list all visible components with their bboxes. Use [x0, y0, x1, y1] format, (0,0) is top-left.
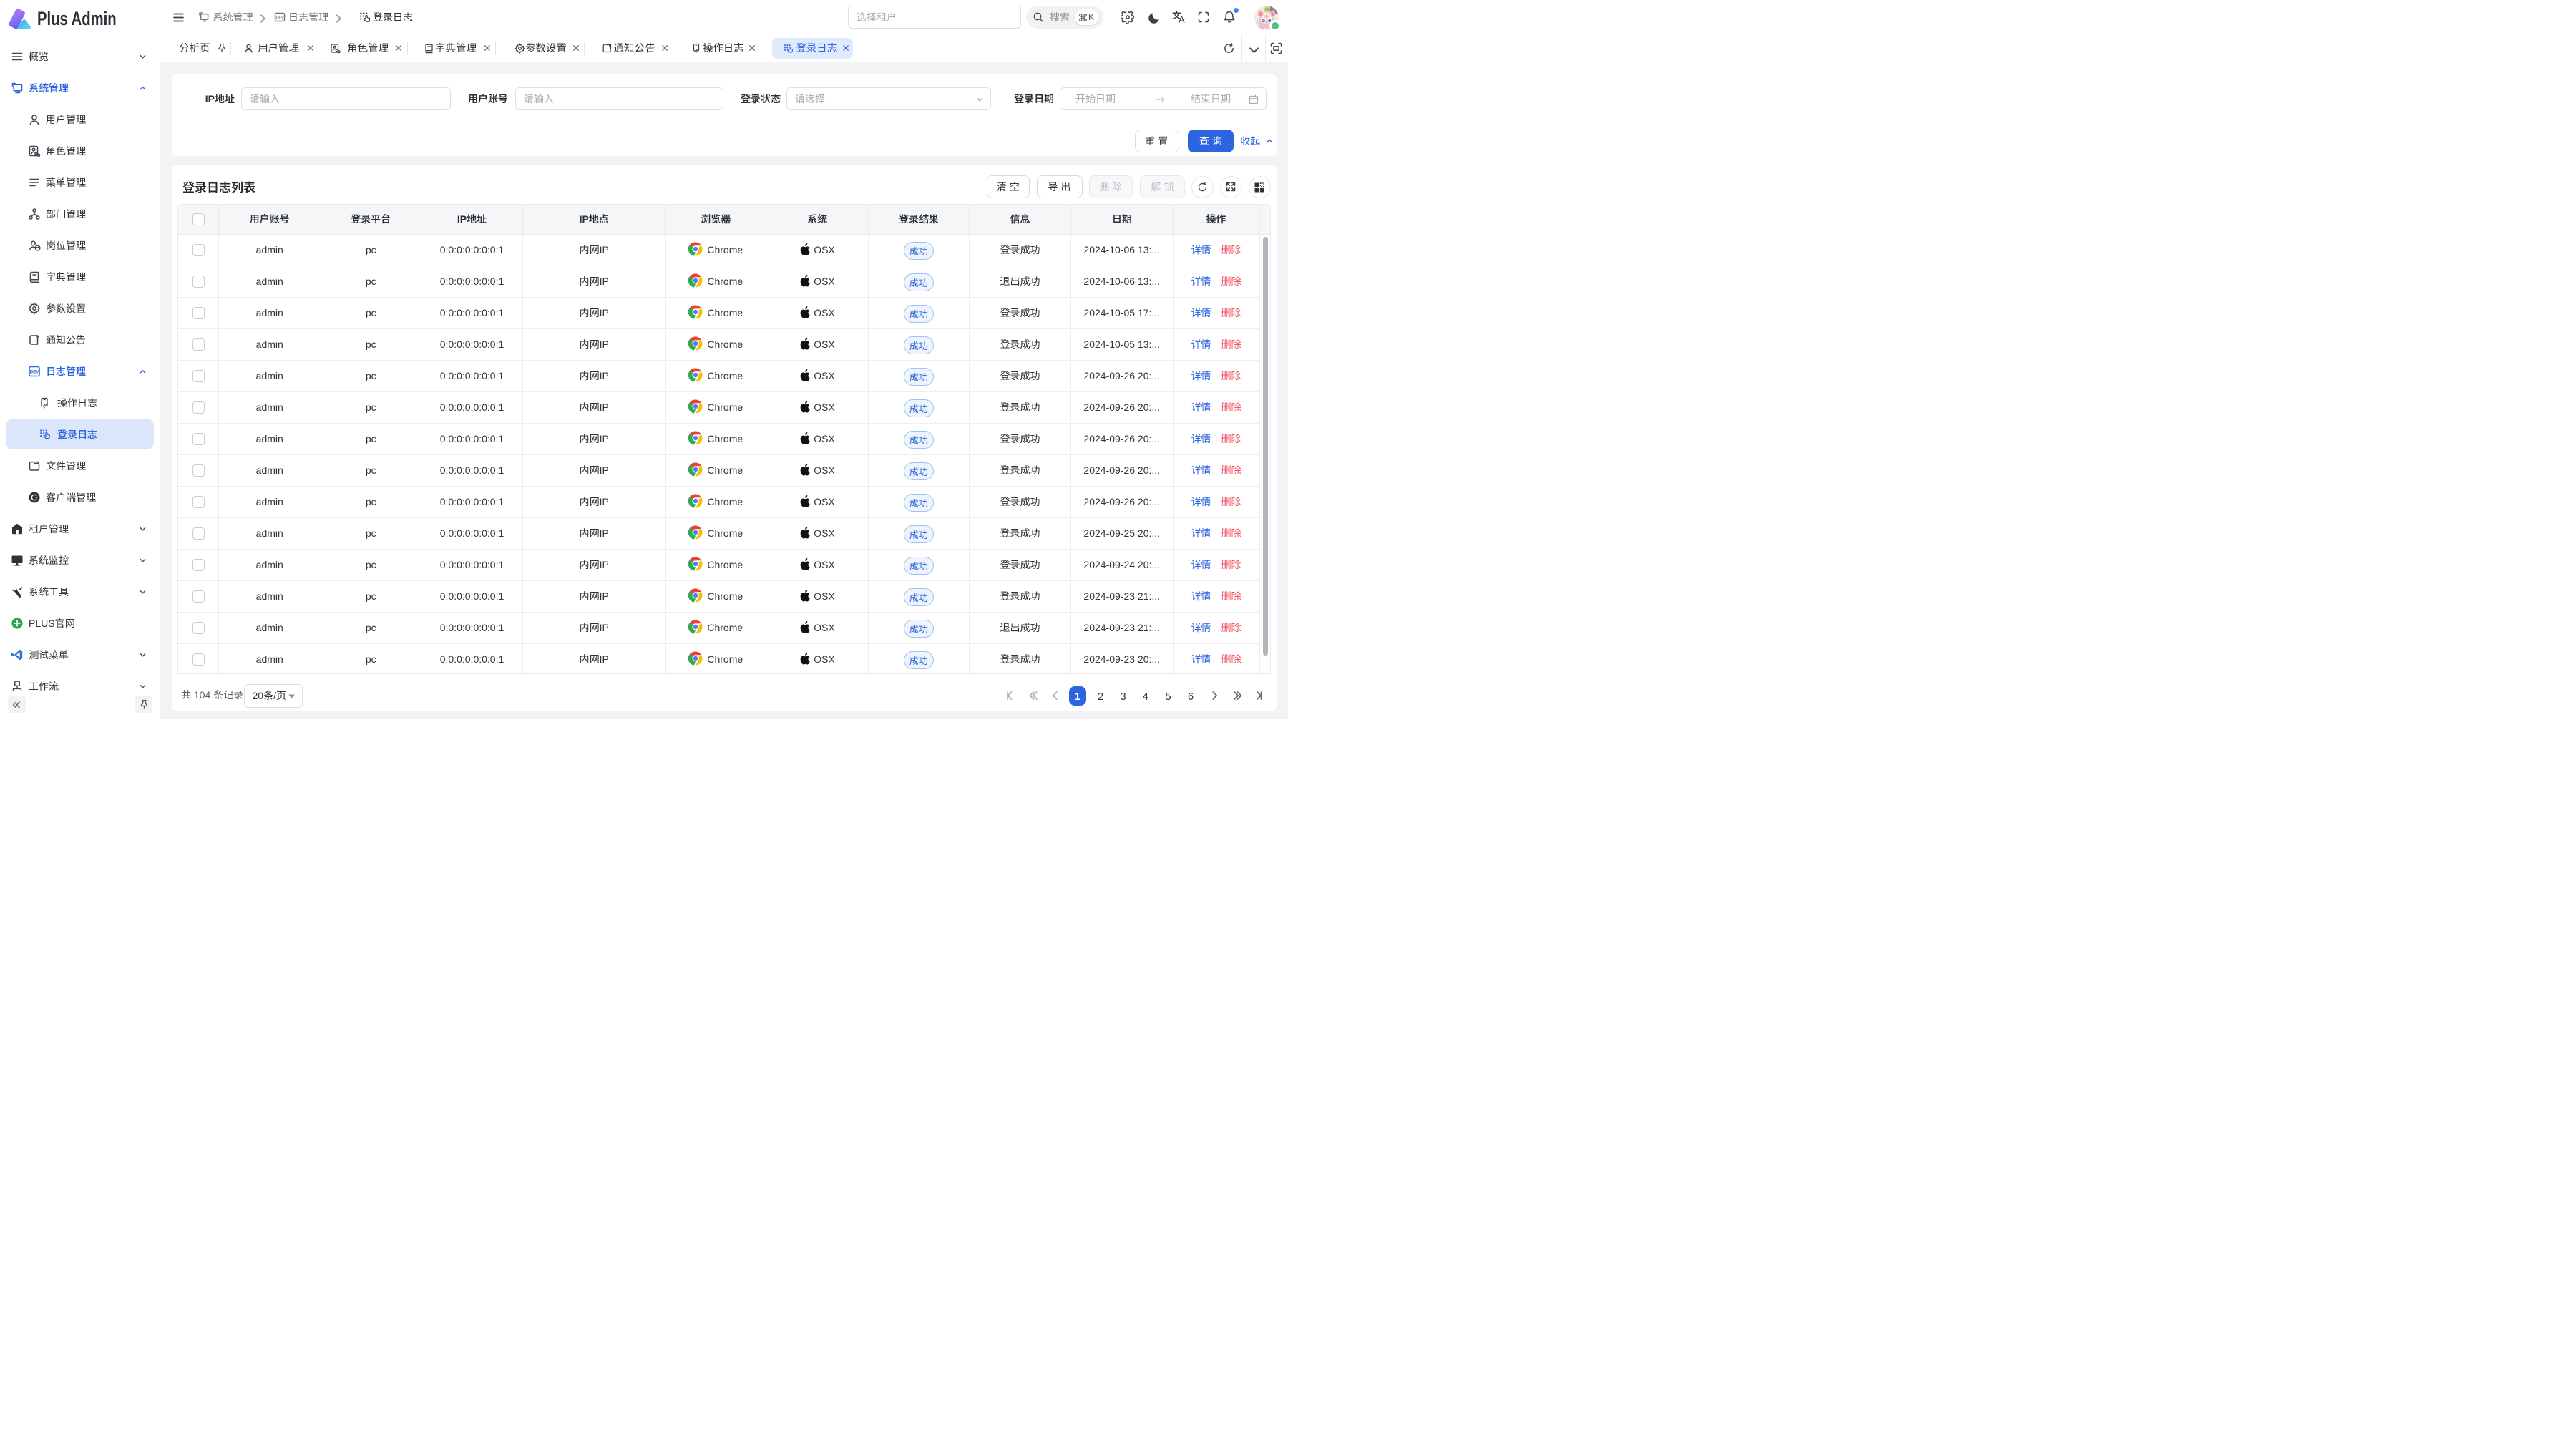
svg-text:DEV: DEV	[275, 16, 283, 20]
svg-text:DEV: DEV	[30, 370, 40, 375]
